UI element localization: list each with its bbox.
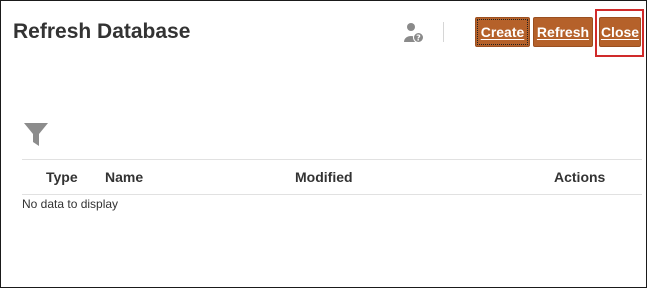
empty-table-message: No data to display bbox=[22, 197, 119, 211]
column-header-actions[interactable]: Actions bbox=[554, 169, 605, 185]
toolbar-divider bbox=[443, 22, 444, 42]
filter-icon[interactable] bbox=[23, 122, 49, 147]
table-header-divider bbox=[22, 194, 642, 195]
close-button[interactable]: Close bbox=[599, 17, 641, 47]
column-header-type[interactable]: Type bbox=[46, 169, 78, 185]
create-button[interactable]: Create bbox=[475, 17, 530, 47]
user-help-icon[interactable]: ? bbox=[403, 22, 425, 44]
page-title: Refresh Database bbox=[13, 20, 191, 43]
table-top-border bbox=[22, 159, 642, 160]
refresh-button[interactable]: Refresh bbox=[533, 17, 593, 47]
svg-text:?: ? bbox=[416, 34, 421, 43]
dialog-frame: Refresh Database ? Create Refresh Close … bbox=[0, 0, 647, 288]
column-header-name[interactable]: Name bbox=[105, 169, 143, 185]
column-header-modified[interactable]: Modified bbox=[295, 169, 353, 185]
